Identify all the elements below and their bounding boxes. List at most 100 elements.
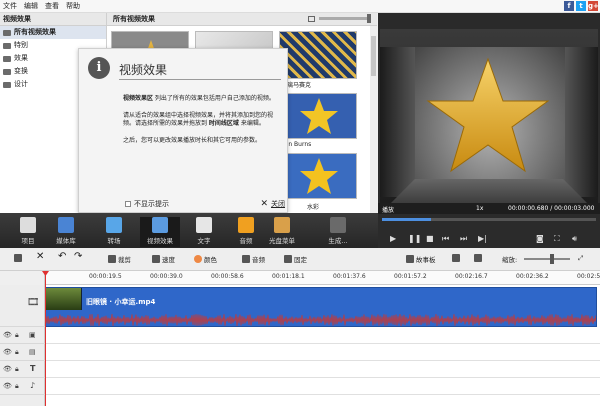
storyboard-toggle-icon[interactable] (14, 254, 22, 262)
effects-header-title: 所有视频效果 (113, 15, 155, 23)
facebook-icon[interactable]: f (564, 1, 574, 11)
scroll-thumb[interactable] (371, 36, 376, 76)
ruler-tick-label: 00:01:18.1 (272, 273, 305, 280)
lock-icon[interactable]: 🔒︎ (15, 365, 19, 374)
step-forward-icon[interactable]: ▶| (478, 234, 487, 243)
toolbar-disc-button[interactable]: 光盘菜单 (262, 217, 302, 247)
menu-edit[interactable]: 编辑 (24, 1, 38, 11)
playhead[interactable] (45, 271, 46, 406)
next-icon[interactable]: ⏭ (460, 234, 467, 244)
crop-button[interactable]: 裁剪 (108, 254, 131, 264)
undo-icon[interactable]: ↶ (58, 251, 66, 262)
track-divider (45, 377, 600, 378)
info-p3: 之后，您可以更改效果播放时长和其它可用的参数。 (123, 136, 262, 144)
playback-controls: ▶ ❚❚ ■ ⏮ ⏭ ▶| ◙ ⛶ 🔊︎ (378, 214, 600, 248)
eye-icon[interactable]: 👁︎ (3, 365, 12, 373)
dont-show-checkbox[interactable]: 不显示提示 (125, 199, 169, 209)
redo-icon[interactable]: ↷ (74, 251, 82, 262)
thumb-size-slider[interactable] (319, 14, 371, 23)
speed-button[interactable]: 速度 (152, 254, 175, 264)
color-icon (194, 255, 202, 263)
effects-header: 所有视频效果 (107, 13, 377, 26)
eye-icon[interactable]: 👁︎ (3, 331, 12, 339)
info-p2b: 来编辑。 (238, 120, 265, 128)
storyboard-button[interactable]: 故事板 (406, 254, 436, 264)
menu-help[interactable]: 帮助 (66, 1, 80, 11)
effect-label-watercolor: 水彩 (307, 204, 320, 211)
lock-icon[interactable]: 🔒︎ (15, 348, 19, 357)
menu-view[interactable]: 查看 (45, 1, 59, 11)
pause-icon[interactable]: ❚❚ (408, 234, 421, 243)
ruler-tick-label: 00:02:36.2 (516, 273, 549, 280)
stop-icon[interactable]: ■ (426, 234, 434, 243)
zoom-slider-knob[interactable] (550, 254, 554, 264)
previous-icon[interactable]: ⏮ (442, 234, 449, 244)
video-clip[interactable]: 旧眼镜 · 小幸运.mp4 (45, 287, 597, 327)
effects-scrollbar[interactable] (370, 26, 377, 213)
effect-thumb-kenburns[interactable] (279, 93, 357, 139)
slider-knob[interactable] (367, 14, 371, 23)
seek-bar[interactable] (382, 218, 596, 221)
track-header-5: 👁︎ 🔒︎ ♪ (0, 378, 45, 395)
playback-mode: 播放 (382, 207, 395, 214)
tree-header: 视频效果 (0, 13, 106, 26)
star-icon (300, 98, 338, 134)
star-icon (300, 158, 338, 194)
fit-icon[interactable]: ⤢ (578, 254, 583, 263)
time-ruler[interactable]: 00:00:19.5 00:00:39.0 00:00:58.6 00:01:18.1… (45, 271, 600, 285)
audio-button[interactable]: 音频 (242, 254, 265, 264)
zoom-slider[interactable] (524, 254, 570, 264)
star-icon (426, 57, 550, 173)
menu-file[interactable]: 文件 (3, 1, 17, 11)
play-icon[interactable]: ▶ (390, 234, 396, 243)
toolbar-label: 生成... (328, 237, 348, 245)
color-button[interactable]: 颜色 (194, 254, 217, 264)
info-title: 视频效果 (119, 63, 168, 77)
toolbar-clapper-button[interactable]: 项目 (8, 217, 48, 247)
effect-thumb-mosaic[interactable] (279, 31, 357, 79)
info-dialog: i 视频效果 视频效果区 列出了所有的效果包括用户自己添加的视频。 请从适合的效… (78, 48, 288, 213)
transition-icon (106, 217, 122, 233)
tree-item-label: 效果 (14, 54, 28, 62)
view-mode-icon[interactable] (308, 16, 315, 22)
google-plus-icon[interactable]: g+ (588, 1, 599, 11)
twitter-icon[interactable]: t (576, 1, 586, 11)
toolbar-produce-button[interactable]: 生成... (318, 217, 358, 247)
info-icon: i (88, 57, 110, 79)
lock-icon[interactable]: 🔒︎ (15, 382, 19, 391)
info-footer: 不显示提示 ✕ 关闭 (125, 199, 285, 209)
film-icon (58, 217, 74, 233)
eye-icon[interactable]: 👁︎ (3, 382, 12, 390)
volume-icon[interactable]: 🔊︎ (572, 234, 577, 244)
folder-icon (3, 68, 11, 75)
monitor-icon[interactable] (474, 254, 482, 262)
preview-panel (378, 13, 600, 214)
tree-item-all[interactable]: 所有视频效果 (0, 26, 106, 39)
freeze-button[interactable]: 固定 (284, 254, 307, 264)
audio-label: 音频 (252, 256, 265, 264)
ruler-tick-label: 00:02:16.7 (455, 273, 488, 280)
ruler-tick-label: 00:00:39.0 (150, 273, 183, 280)
storyboard-icon (406, 255, 414, 263)
playback-speed[interactable]: 1x (476, 205, 483, 212)
delete-icon[interactable]: ✕ (36, 251, 44, 262)
toolbar-label: 光盘菜单 (269, 237, 295, 245)
toolbar-film-button[interactable]: 媒体库 (46, 217, 86, 247)
toolbar-text-button[interactable]: 文字 (184, 217, 224, 247)
snapshot-icon[interactable]: ◙ (536, 234, 544, 243)
checkbox-icon[interactable] (125, 201, 131, 207)
toolbar-video-effect-button[interactable]: 视频效果 (140, 217, 180, 247)
ruler-tick-label: 00:01:37.6 (333, 273, 366, 280)
toolbar-label: 文字 (197, 237, 211, 245)
track-headers: 🎞︎ 👁︎ 🔒︎ ▣ 👁︎ 🔒︎ ▤ 👁︎ 🔒︎ T 👁︎ 🔒︎ ♪ (0, 285, 45, 406)
fullscreen-icon[interactable]: ⛶ (554, 234, 560, 244)
lock-icon[interactable]: 🔒︎ (15, 331, 19, 340)
mixer-icon[interactable] (452, 254, 460, 262)
toolbar-music-button[interactable]: 音频 (226, 217, 266, 247)
timeline-tracks[interactable]: 旧眼镜 · 小幸运.mp4 (45, 285, 600, 406)
toolbar-transition-button[interactable]: 转场 (94, 217, 134, 247)
track-divider (45, 343, 600, 344)
effect-thumb-watercolor[interactable] (279, 153, 357, 199)
eye-icon[interactable]: 👁︎ (3, 348, 12, 356)
close-button[interactable]: ✕ 关闭 (260, 199, 285, 209)
